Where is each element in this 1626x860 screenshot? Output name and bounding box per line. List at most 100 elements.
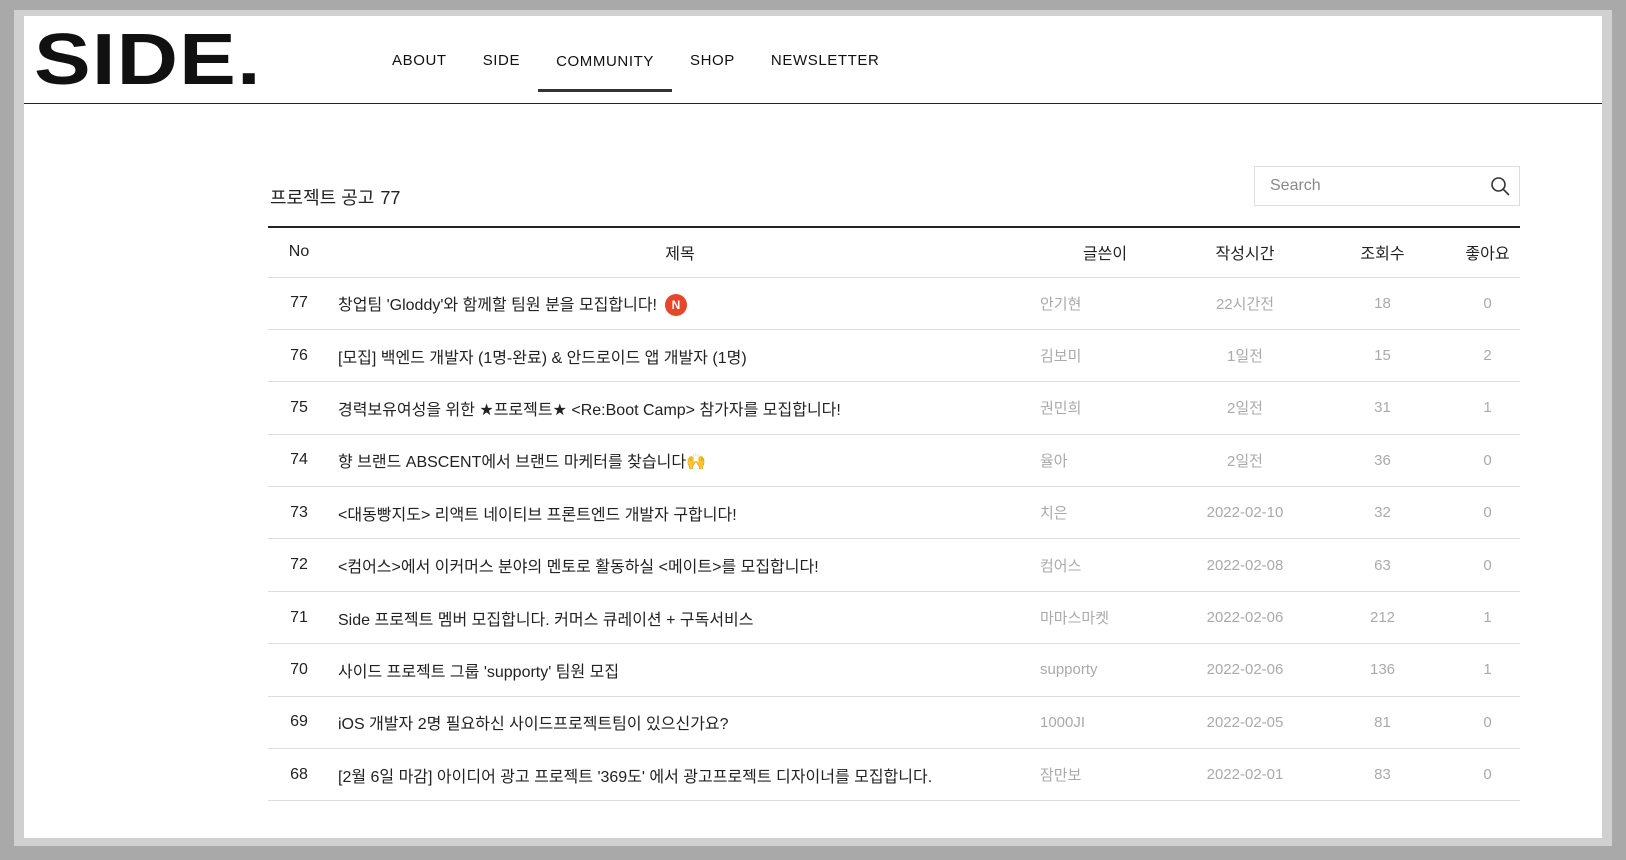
post-number: 76 [268,329,330,383]
post-title-link[interactable]: Side 프로젝트 멤버 모집합니다. 커머스 큐레이션 + 구독서비스 [338,612,754,629]
post-number: 71 [268,591,330,645]
col-title: 제목 [330,227,1030,278]
post-title-cell[interactable]: 창업팀 'Gloddy'와 함께할 팀원 분을 모집합니다! N [330,277,1030,330]
window-frame: SIDE. ABOUT SIDE COMMUNITY SHOP NEWSLETT… [14,10,1612,846]
nav-side[interactable]: SIDE [465,16,538,104]
nav-about[interactable]: ABOUT [374,16,465,104]
post-views: 136 [1310,643,1455,697]
post-number: 69 [268,696,330,750]
post-title-link[interactable]: 경력보유여성을 위한 ★프로젝트★ <Re:Boot Camp> 참가자를 모집… [338,402,841,419]
new-badge: N [665,293,687,316]
table-row[interactable]: 73 <대동빵지도> 리액트 네이티브 프론트엔드 개발자 구합니다! 치은 2022… [268,486,1520,540]
board-title: 프로젝트 공고 77 [270,184,400,210]
post-writer: 김보미 [1030,329,1180,383]
post-title-cell[interactable]: 경력보유여성을 위한 ★프로젝트★ <Re:Boot Camp> 참가자를 모집… [330,381,1030,435]
site-header: SIDE. ABOUT SIDE COMMUNITY SHOP NEWSLETT… [24,16,1602,104]
post-date: 2022-02-05 [1180,696,1310,750]
post-writer: 율아 [1030,434,1180,488]
post-title-link[interactable]: [2월 6일 마감] 아이디어 광고 프로젝트 '369도' 에서 광고프로젝트… [338,769,932,786]
page: SIDE. ABOUT SIDE COMMUNITY SHOP NEWSLETT… [24,16,1602,838]
nav-community[interactable]: COMMUNITY [538,16,672,104]
post-likes: 0 [1455,538,1520,592]
table-row[interactable]: 74 향 브랜드 ABSCENT에서 브랜드 마케터를 찾습니다🙌 율아 2일전 36 0 [268,434,1520,488]
post-views: 36 [1310,434,1455,488]
table-row[interactable]: 71 Side 프로젝트 멤버 모집합니다. 커머스 큐레이션 + 구독서비스 마마… [268,591,1520,645]
post-title-link[interactable]: <대동빵지도> 리액트 네이티브 프론트엔드 개발자 구합니다! [338,507,737,524]
post-views: 18 [1310,277,1455,330]
post-count: 77 [380,188,401,208]
post-title-cell[interactable]: [2월 6일 마감] 아이디어 광고 프로젝트 '369도' 에서 광고프로젝트… [330,748,1030,802]
table-row[interactable]: 68 [2월 6일 마감] 아이디어 광고 프로젝트 '369도' 에서 광고프로… [268,748,1520,802]
post-likes: 1 [1455,591,1520,645]
post-writer: 1000JI [1030,696,1180,750]
table-row[interactable]: 70 사이드 프로젝트 그룹 'supporty' 팀원 모집 supporty 20… [268,643,1520,697]
post-views: 63 [1310,538,1455,592]
post-number: 74 [268,434,330,488]
nav-newsletter[interactable]: NEWSLETTER [753,16,898,104]
post-title-link[interactable]: 향 브랜드 ABSCENT에서 브랜드 마케터를 찾습니다🙌 [338,454,706,471]
post-views: 32 [1310,486,1455,540]
post-title-cell[interactable]: iOS 개발자 2명 필요하신 사이드프로젝트팀이 있으신가요? [330,696,1030,750]
post-date: 2일전 [1180,434,1310,488]
post-views: 81 [1310,696,1455,750]
search-input[interactable] [1255,168,1475,204]
col-likes: 좋아요 [1455,227,1520,278]
post-date: 2022-02-10 [1180,486,1310,540]
project-board: 프로젝트 공고 77 Search No 제목 글쓴이 작성시간 조회수 좋아요… [268,166,1520,802]
post-number: 72 [268,538,330,592]
post-views: 15 [1310,329,1455,383]
post-date: 2022-02-08 [1180,538,1310,592]
board-header: 프로젝트 공고 77 [268,166,1520,226]
post-likes: 1 [1455,643,1520,697]
post-views: 83 [1310,748,1455,802]
nav-shop[interactable]: SHOP [672,16,753,104]
post-writer: 권민희 [1030,381,1180,435]
table-row[interactable]: 72 <컴어스>에서 이커머스 분야의 멘토로 활동하실 <메이트>를 모집합니다… [268,538,1520,592]
post-title-link[interactable]: 창업팀 'Gloddy'와 함께할 팀원 분을 모집합니다! [338,297,657,314]
post-title-cell[interactable]: 사이드 프로젝트 그룹 'supporty' 팀원 모집 [330,643,1030,697]
post-date: 2022-02-06 [1180,643,1310,697]
col-views: 조회수 [1310,227,1455,278]
post-writer: 마마스마켓 [1030,591,1180,645]
table-row[interactable]: 69 iOS 개발자 2명 필요하신 사이드프로젝트팀이 있으신가요? 1000JI… [268,696,1520,750]
post-title-cell[interactable]: [모집] 백엔드 개발자 (1명-완료) & 안드로이드 앱 개발자 (1명) [330,329,1030,383]
search-box [1254,166,1520,206]
post-views: 212 [1310,591,1455,645]
table-row[interactable]: 76 [모집] 백엔드 개발자 (1명-완료) & 안드로이드 앱 개발자 (1명… [268,329,1520,383]
post-table: No 제목 글쓴이 작성시간 조회수 좋아요 77 창업팀 'Gloddy'와 함… [268,226,1520,802]
post-number: 73 [268,486,330,540]
post-title-cell[interactable]: 향 브랜드 ABSCENT에서 브랜드 마케터를 찾습니다🙌 [330,434,1030,488]
post-title-cell[interactable]: <대동빵지도> 리액트 네이티브 프론트엔드 개발자 구합니다! [330,486,1030,540]
main-nav: ABOUT SIDE COMMUNITY SHOP NEWSLETTER [374,16,897,104]
post-date: 2022-02-06 [1180,591,1310,645]
post-views: 31 [1310,381,1455,435]
post-title-link[interactable]: [모집] 백엔드 개발자 (1명-완료) & 안드로이드 앱 개발자 (1명) [338,350,747,367]
table-header-row: No 제목 글쓴이 작성시간 조회수 좋아요 [268,227,1520,278]
col-date: 작성시간 [1180,227,1310,278]
post-likes: 0 [1455,696,1520,750]
table-row[interactable]: 75 경력보유여성을 위한 ★프로젝트★ <Re:Boot Camp> 참가자를 … [268,381,1520,435]
table-row[interactable]: 77 창업팀 'Gloddy'와 함께할 팀원 분을 모집합니다! N 안기현 22시간… [268,277,1520,330]
post-title-cell[interactable]: <컴어스>에서 이커머스 분야의 멘토로 활동하실 <메이트>를 모집합니다! [330,538,1030,592]
post-likes: 0 [1455,486,1520,540]
post-likes: 0 [1455,434,1520,488]
post-writer: 컴어스 [1030,538,1180,592]
post-likes: 2 [1455,329,1520,383]
post-number: 68 [268,748,330,802]
post-title-link[interactable]: <컴어스>에서 이커머스 분야의 멘토로 활동하실 <메이트>를 모집합니다! [338,559,819,576]
post-title-cell[interactable]: Side 프로젝트 멤버 모집합니다. 커머스 큐레이션 + 구독서비스 [330,591,1030,645]
post-likes: 0 [1455,748,1520,802]
board-title-text: 프로젝트 공고 [270,188,375,208]
post-date: 2일전 [1180,381,1310,435]
post-writer: 치은 [1030,486,1180,540]
post-date: 22시간전 [1180,277,1310,330]
site-logo[interactable]: SIDE. [34,22,262,98]
post-number: 75 [268,381,330,435]
post-title-link[interactable]: 사이드 프로젝트 그룹 'supporty' 팀원 모집 [338,664,619,681]
col-no: No [268,227,330,278]
post-likes: 0 [1455,277,1520,330]
post-number: 70 [268,643,330,697]
search-icon[interactable] [1490,176,1510,196]
post-date: 2022-02-01 [1180,748,1310,802]
post-title-link[interactable]: iOS 개발자 2명 필요하신 사이드프로젝트팀이 있으신가요? [338,716,729,733]
